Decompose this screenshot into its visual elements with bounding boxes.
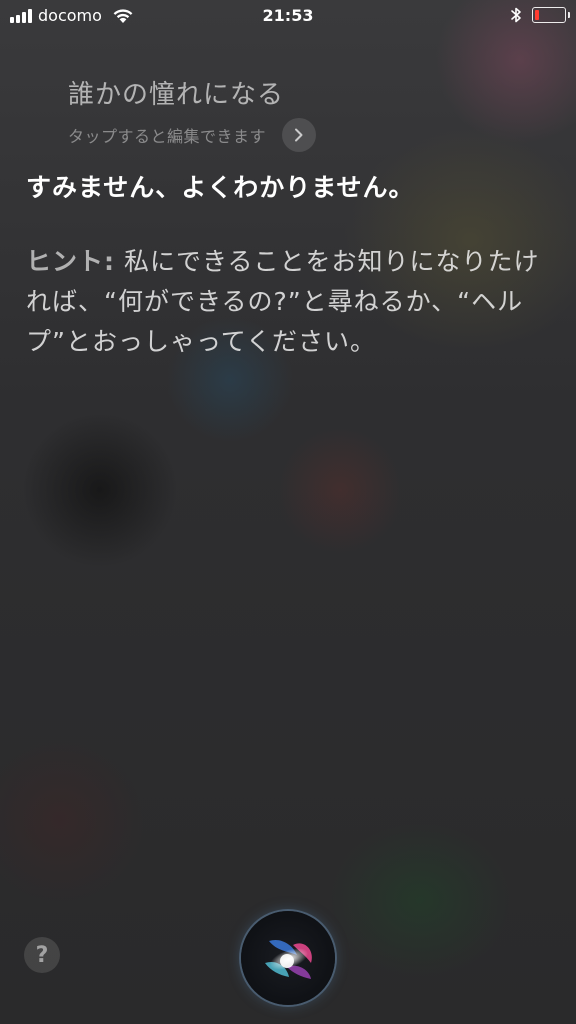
edit-query-row[interactable]: タップすると編集できます (68, 118, 317, 152)
siri-response: すみません、よくわかりません。 (26, 173, 415, 202)
battery-icon (532, 7, 570, 23)
clock: 21:53 (262, 6, 314, 25)
siri-hint: ヒント: 私にできることをお知りになりたければ、“何ができるの?”と尋ねるか、“… (26, 242, 546, 362)
battery-level (535, 10, 539, 20)
siri-orb-icon (265, 939, 312, 979)
chevron-right-icon (295, 128, 303, 142)
hint-label: ヒント: (26, 247, 115, 276)
bluetooth-icon (511, 7, 521, 23)
siri-screen: docomo 21:53 誰かの憧れになる タップすると編集できます すみません… (0, 0, 576, 1024)
help-button[interactable]: ? (24, 937, 60, 973)
status-bar: docomo 21:53 (0, 0, 576, 34)
edit-chevron-button[interactable] (282, 118, 317, 152)
siri-query-text[interactable]: 誰かの憧れになる (68, 74, 284, 111)
siri-orb-button[interactable] (241, 911, 335, 1005)
status-right (510, 6, 570, 24)
edit-hint-label: タップすると編集できます (68, 127, 267, 146)
